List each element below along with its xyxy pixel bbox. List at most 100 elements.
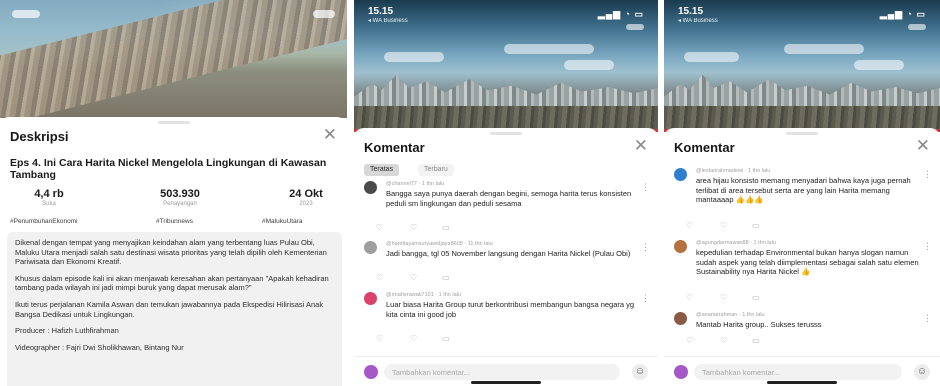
reply-icon[interactable]: ▭ — [752, 293, 760, 302]
video-close-pill[interactable] — [626, 24, 644, 30]
like-icon[interactable]: ♡ — [376, 334, 383, 343]
comment-compose-bar: ☺ — [664, 356, 940, 386]
like-icon[interactable]: ♡ — [686, 293, 693, 302]
comment-author[interactable]: @channel77 · 1 thn lalu — [386, 181, 638, 187]
more-options-icon[interactable]: ⋮ — [923, 170, 932, 179]
back-to-app-link[interactable]: ◂ WA Business — [678, 17, 718, 24]
my-avatar — [364, 365, 378, 379]
videographer-credit: Videographer : Fajri Dwi Sholikhawan, Bi… — [15, 342, 184, 352]
emoji-icon[interactable]: ☺ — [914, 364, 930, 380]
comment-text: Luar biasa Harita Group turut berkontrib… — [386, 300, 635, 319]
description-paragraph: Ikuti terus perjalanan Kamila Aswan dan … — [15, 299, 324, 319]
tab-newest[interactable]: Terbaru — [418, 164, 454, 176]
cloud — [684, 52, 739, 62]
more-options-icon[interactable]: ⋮ — [641, 183, 650, 192]
comment-item: @rinaherawati7101 · 1 thn lalu Luar bias… — [364, 292, 650, 336]
signal-wifi-battery-icon: ▂▄▆ ◔ ▭ — [879, 9, 926, 19]
drag-handle[interactable] — [490, 132, 522, 135]
cloud — [504, 44, 594, 54]
likes-stat: 4,4 rb Suka — [24, 188, 74, 207]
dislike-icon[interactable]: ♡ — [410, 223, 417, 232]
emoji-icon[interactable]: ☺ — [632, 364, 648, 380]
more-options-icon[interactable]: ⋮ — [641, 294, 650, 303]
views-stat: 503.930 Penayangan — [130, 188, 230, 207]
video-thumbnail-city[interactable]: 15.15 ◂ WA Business ▂▄▆ ◔ ▭ — [354, 0, 658, 132]
dislike-icon[interactable]: ♡ — [410, 334, 417, 343]
tab-top[interactable]: Teratas — [364, 164, 399, 176]
comment-actions: ♡ ♡ ▭ — [686, 221, 796, 230]
status-time: 15.15 — [368, 6, 394, 17]
video-close-pill[interactable] — [908, 24, 926, 30]
reply-icon[interactable]: ▭ — [752, 221, 760, 230]
avatar[interactable] — [674, 168, 687, 181]
reply-icon[interactable]: ▭ — [442, 223, 450, 232]
like-icon[interactable]: ♡ — [376, 223, 383, 232]
comments-title: Komentar — [364, 140, 425, 155]
like-icon[interactable]: ♡ — [686, 221, 693, 230]
description-title: Deskripsi — [10, 129, 69, 144]
comment-compose-bar: ☺ — [354, 356, 658, 386]
video-thumbnail-city[interactable]: 15.15 ◂ WA Business ▂▄▆ ◔ ▭ — [664, 0, 940, 132]
dislike-icon[interactable]: ♡ — [720, 221, 727, 230]
comment-author[interactable]: @rinaherawati7101 · 1 thn lalu — [386, 292, 638, 298]
hashtag-link[interactable]: #PenumbuhanEkonomi — [10, 218, 78, 225]
close-icon[interactable]: ✕ — [916, 137, 930, 154]
hashtag-link[interactable]: #MalukuUtara — [262, 218, 302, 225]
avatar[interactable] — [674, 312, 687, 325]
drag-handle[interactable] — [157, 121, 190, 124]
video-stats: 4,4 rb Suka 503.930 Penayangan 24 Okt 20… — [10, 188, 340, 214]
back-to-app-link[interactable]: ◂ WA Business — [368, 17, 408, 24]
comment-author[interactable]: @lestarirahmadewi · 1 thn lalu — [696, 168, 920, 174]
like-icon[interactable]: ♡ — [376, 273, 383, 282]
comment-item: @agungdarmawan88 · 1 thn lalu kepedulian… — [674, 240, 932, 294]
comments-sheet: Komentar ✕ Teratas Terbaru @channel77 · … — [354, 128, 658, 386]
description-sheet: Deskripsi ✕ Eps 4. Ini Cara Harita Nicke… — [0, 117, 347, 386]
more-options-icon[interactable]: ⋮ — [923, 314, 932, 323]
views-label: Penayangan — [163, 201, 197, 207]
hashtag-link[interactable]: #Tribunnews — [156, 218, 193, 225]
comment-text: kepedulian terhadap Environmental bukan … — [696, 248, 919, 276]
description-text-box: Dikenal dengan tempat yang menyajikan ke… — [7, 232, 342, 386]
cloud — [384, 52, 444, 62]
close-icon[interactable]: ✕ — [323, 126, 337, 143]
avatar[interactable] — [364, 292, 377, 305]
comment-author[interactable]: @agungdarmawan88 · 1 thn lalu — [696, 240, 920, 246]
comment-item: @channel77 · 1 thn lalu Bangga saya puny… — [364, 181, 650, 225]
date-day: 24 Okt — [289, 188, 323, 200]
producer-credit: Producer : Hafizh Luthfirahman — [15, 326, 119, 336]
close-icon[interactable]: ✕ — [634, 137, 648, 154]
video-control-pill[interactable] — [313, 10, 335, 18]
dislike-icon[interactable]: ♡ — [720, 336, 727, 345]
comment-actions: ♡ ♡ ▭ — [376, 334, 486, 343]
comment-author[interactable]: @harditayamsuryawidjaya8608 · 11 thn lal… — [386, 241, 638, 247]
cloud — [854, 60, 904, 70]
comment-actions: ♡ ♡ ▭ — [376, 223, 486, 232]
description-paragraph: Khusus dalam episode kali ini akan menja… — [15, 273, 329, 293]
hashtag-row: #PenumbuhanEkonomi #Tribunnews #MalukuUt… — [10, 218, 340, 227]
dislike-icon[interactable]: ♡ — [720, 293, 727, 302]
avatar[interactable] — [674, 240, 687, 253]
like-icon[interactable]: ♡ — [686, 336, 693, 345]
home-indicator — [471, 381, 541, 384]
avatar[interactable] — [364, 241, 377, 254]
city-skyline — [664, 74, 940, 110]
comment-input[interactable] — [694, 364, 902, 380]
comment-input[interactable] — [384, 364, 620, 380]
episode-title: Eps 4. Ini Cara Harita Nickel Mengelola … — [10, 157, 327, 181]
reply-icon[interactable]: ▭ — [752, 336, 760, 345]
comments-screen-1: 15.15 ◂ WA Business ▂▄▆ ◔ ▭ Komentar ✕ T… — [354, 0, 658, 386]
my-avatar — [674, 365, 688, 379]
dislike-icon[interactable]: ♡ — [410, 273, 417, 282]
drag-handle[interactable] — [786, 132, 818, 135]
more-options-icon[interactable]: ⋮ — [923, 242, 932, 251]
comment-item: @harditayamsuryawidjaya8608 · 11 thn lal… — [364, 241, 650, 275]
comment-actions: ♡ ♡ ▭ — [686, 336, 796, 345]
comment-author[interactable]: @ananarrahman · 1 thn lalu — [696, 312, 920, 318]
more-options-icon[interactable]: ⋮ — [641, 243, 650, 252]
likes-label: Suka — [42, 201, 56, 207]
reply-icon[interactable]: ▭ — [442, 273, 450, 282]
cloud — [564, 60, 614, 70]
video-thumbnail-coastal[interactable] — [0, 0, 347, 118]
avatar[interactable] — [364, 181, 377, 194]
reply-icon[interactable]: ▭ — [442, 334, 450, 343]
